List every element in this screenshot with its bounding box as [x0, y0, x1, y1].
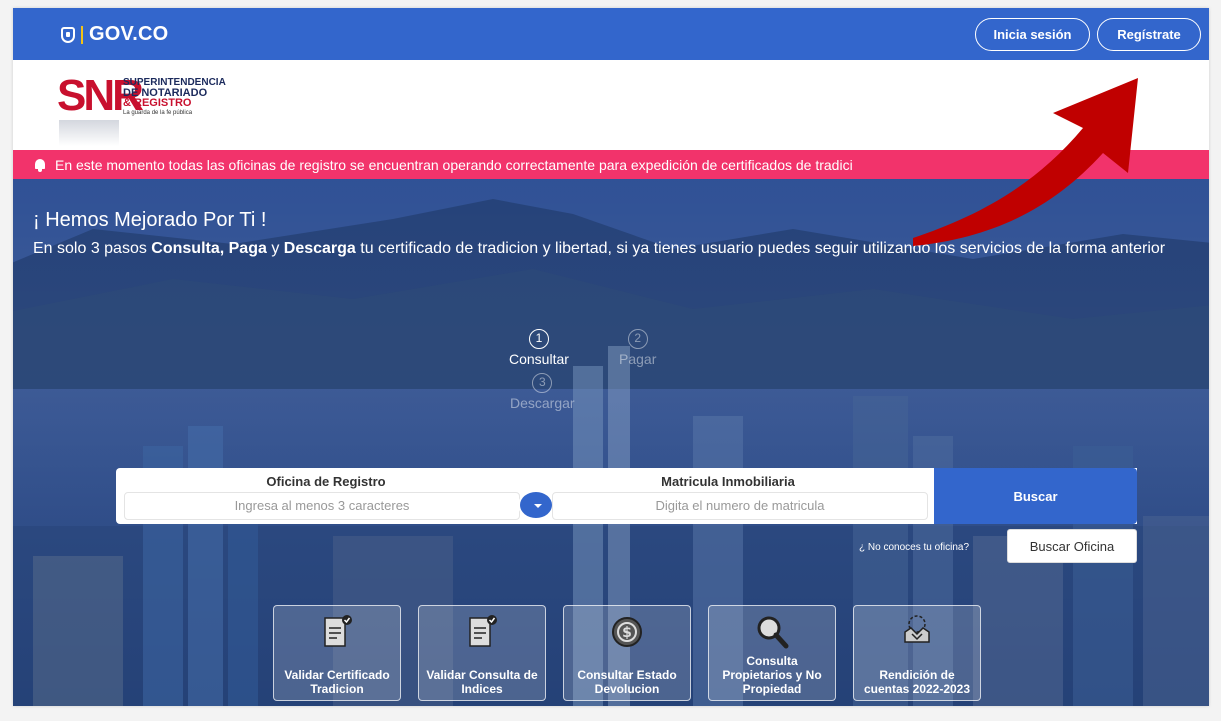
document-check-icon — [469, 615, 497, 647]
matricula-input[interactable]: Digita el numero de matricula — [552, 492, 928, 520]
status-alert-banner: En este momento todas las oficinas de re… — [13, 150, 1209, 179]
handshake-icon — [904, 615, 930, 643]
tile-label-3: Consultar Estado Devolucion — [577, 668, 677, 696]
tile-validar-certificado[interactable]: Validar Certificado Tradicion — [273, 605, 401, 701]
tile-estado-devolucion[interactable]: $ Consultar Estado Devolucion — [563, 605, 691, 701]
hero-sub-part-2: y — [266, 240, 284, 257]
gov-top-bar: GOV.CO Inicia sesión Regístrate — [13, 8, 1209, 60]
logo-separator — [81, 25, 83, 44]
step-number-2: 2 — [627, 329, 648, 349]
office-question-text: ¿ No conoces tu oficina? — [859, 542, 970, 553]
find-office-button[interactable]: Buscar Oficina — [1007, 529, 1137, 563]
tile-label-1: Validar Certificado Tradicion — [284, 668, 390, 696]
tile-label-4: Consulta Propietarios y No Propiedad — [722, 654, 822, 696]
snr-logo-reflection — [59, 120, 119, 146]
alert-text: En este momento todas las oficinas de re… — [55, 156, 853, 173]
hero-subtitle: En solo 3 pasos Consulta, Paga y Descarg… — [33, 239, 1193, 259]
hero-sub-part-3: tu certificado de tradicion y libertad, … — [355, 240, 1166, 257]
matricula-label: Matricula Inmobiliaria — [661, 474, 795, 489]
step-pagar: 2 Pagar — [619, 329, 656, 367]
search-button[interactable]: Buscar — [934, 468, 1137, 524]
hero-sub-bold-2: Descarga — [283, 240, 356, 257]
office-input[interactable]: Ingresa al menos 3 caracteres — [124, 492, 520, 520]
step-label-3: Descargar — [510, 395, 575, 411]
certificate-check-icon — [324, 615, 352, 647]
office-label: Oficina de Registro — [266, 474, 386, 489]
snr-line-3: & REGISTRO — [123, 97, 192, 109]
bell-icon — [33, 158, 47, 172]
snr-line-4: La guarda de la fe pública — [123, 110, 193, 116]
site-header: SNR SUPERINTENDENCIA DE NOTARIADO & REGI… — [13, 60, 1209, 150]
colombia-shield-icon — [61, 26, 75, 43]
hero-title: ¡ Hemos Mejorado Por Ti ! — [33, 209, 267, 231]
login-button[interactable]: Inicia sesión — [975, 18, 1090, 51]
tile-rendicion-cuentas[interactable]: Rendición de cuentas 2022-2023 — [853, 605, 981, 701]
tile-consulta-propietarios[interactable]: Consulta Propietarios y No Propiedad — [708, 605, 836, 701]
tile-label-5: Rendición de cuentas 2022-2023 — [863, 668, 971, 696]
hero-section: ¡ Hemos Mejorado Por Ti ! En solo 3 paso… — [13, 179, 1209, 706]
register-button[interactable]: Regístrate — [1097, 18, 1201, 51]
tile-validar-indices[interactable]: Validar Consulta de Indices — [418, 605, 546, 701]
svg-text:$: $ — [622, 625, 632, 641]
money-circle-icon: $ — [612, 617, 642, 647]
step-label-2: Pagar — [619, 351, 657, 367]
page-frame: GOV.CO Inicia sesión Regístrate SNR SUPE… — [13, 8, 1209, 706]
hero-sub-bold-1: Consulta, Paga — [151, 240, 267, 257]
snr-logo-text: SUPERINTENDENCIA DE NOTARIADO & REGISTRO… — [123, 78, 226, 118]
hero-sub-part-1: En solo 3 pasos — [33, 240, 152, 257]
office-dropdown-button[interactable] — [518, 490, 554, 520]
step-consultar: 1 Consultar — [509, 329, 569, 367]
step-number-1: 1 — [528, 329, 549, 349]
gov-logo[interactable]: GOV.CO — [61, 23, 168, 46]
step-descargar: 3 Descargar — [510, 373, 575, 411]
step-label-1: Consultar — [509, 351, 569, 367]
tile-label-2: Validar Consulta de Indices — [426, 668, 538, 696]
magnifier-icon — [757, 616, 789, 649]
gov-logo-text: GOV.CO — [89, 23, 169, 45]
step-number-3: 3 — [532, 373, 553, 393]
snr-logo[interactable]: SNR SUPERINTENDENCIA DE NOTARIADO & REGI… — [57, 68, 237, 146]
